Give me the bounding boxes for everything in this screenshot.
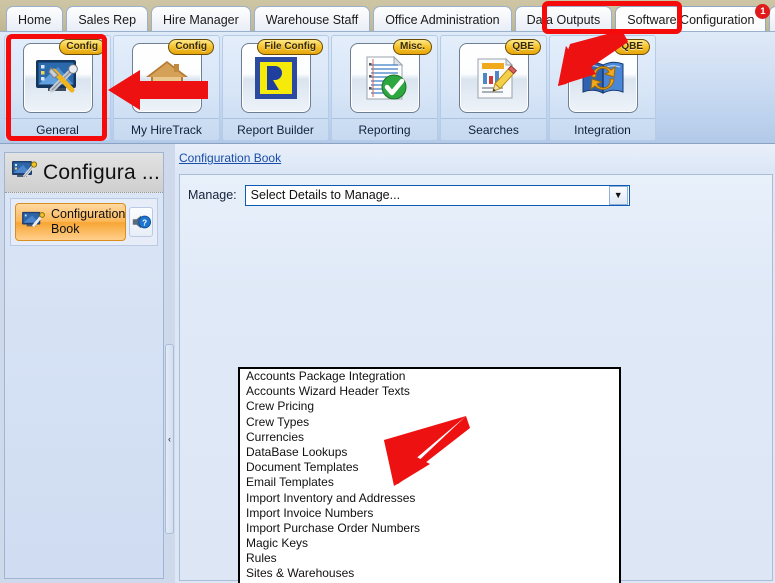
application-window: Home Sales Rep Hire Manager Warehouse Staff… (0, 0, 775, 583)
dropdown-option[interactable]: Crew Types (240, 415, 619, 430)
dropdown-option[interactable]: Import Purchase Order Numbers (240, 521, 619, 536)
tab-label: Office Administration (385, 13, 500, 27)
monitor-wand-icon (21, 210, 45, 235)
ribbon-item-general[interactable]: Config General (4, 35, 111, 141)
help-speaker-icon[interactable]: ? (129, 207, 153, 237)
dropdown-option[interactable]: Import Invoice Numbers (240, 506, 619, 521)
ribbon-item-label: Integration (550, 118, 655, 137)
dropdown-option[interactable]: Currencies (240, 430, 619, 445)
tab-label: Warehouse Staff (265, 13, 359, 27)
chevron-down-icon[interactable]: ▼ (608, 185, 628, 205)
tab-label: Home (18, 13, 52, 27)
ribbon-item-tag: Misc. (392, 39, 432, 55)
sidebar-title: Configura ... (43, 160, 160, 184)
tab-home[interactable]: Home (6, 6, 64, 33)
chevron-left-icon: ‹ (168, 434, 171, 444)
tab-software-configuration[interactable]: Software Configuration 1 (615, 4, 771, 33)
dropdown-option[interactable]: Document Templates (240, 460, 619, 475)
ribbon-item-label: Report Builder (223, 118, 328, 137)
ribbon-item-tag: QBE (505, 39, 541, 55)
tab-label: Data Outputs (526, 13, 601, 27)
manage-combobox[interactable]: Select Details to Manage... ▼ (244, 184, 630, 206)
breadcrumb-link-configuration-book[interactable]: Configuration Book (179, 151, 281, 165)
tab-data-outputs[interactable]: Data Outputs (514, 6, 613, 33)
ribbon-item-tag: QBE (614, 39, 650, 55)
sidebar-group: Configuration Book ? (10, 198, 158, 246)
dropdown-option[interactable]: Accounts Package Integration (240, 369, 619, 384)
ribbon-item-label: General (5, 118, 110, 137)
body-area: Configura ... Configuration Book ? ‹ Con… (0, 144, 775, 583)
sidebar-item-label-line2: Book (51, 222, 80, 236)
sidebar-item-label-line1: Configuration (51, 207, 126, 221)
dropdown-option[interactable]: Sites & Warehouses (240, 566, 619, 581)
tab-label: Software Configuration (627, 13, 755, 27)
breadcrumb: Configuration Book (175, 144, 775, 172)
main-tabstrip: Home Sales Rep Hire Manager Warehouse Staff… (0, 0, 775, 33)
svg-text:?: ? (142, 219, 147, 228)
tab-hire-manager[interactable]: Hire Manager (151, 6, 251, 33)
ribbon-item-integration[interactable]: QBE Integration (549, 35, 656, 141)
manage-row: Manage: Select Details to Manage... ▼ (180, 175, 772, 209)
ribbon-item-tag: File Config (257, 39, 323, 55)
ribbon-item-reporting[interactable]: Misc. Reporting (331, 35, 438, 141)
ribbon-item-tag: Config (59, 39, 105, 55)
tab-sales-rep[interactable]: Sales Rep (66, 6, 149, 33)
dropdown-option[interactable]: Email Templates (240, 475, 619, 490)
manage-dropdown-list[interactable]: Accounts Package Integration Accounts Wiz… (238, 367, 621, 583)
manage-combobox-value: Select Details to Manage... (250, 188, 401, 202)
sidebar-header: Configura ... (5, 153, 163, 193)
tab-help-support[interactable]: Help & Support (769, 6, 775, 33)
dropdown-option[interactable]: Magic Keys (240, 536, 619, 551)
tab-warehouse-staff[interactable]: Warehouse Staff (253, 6, 371, 33)
tab-notification-badge: 1 (755, 4, 771, 19)
sidebar-item-label: Configuration Book (51, 207, 125, 237)
ribbon-item-label: Reporting (332, 118, 437, 137)
ribbon-item-searches[interactable]: QBE Searches (440, 35, 547, 141)
monitor-wand-icon (11, 159, 38, 186)
dropdown-option[interactable]: Crew Pricing (240, 399, 619, 414)
ribbon-item-report-builder[interactable]: File Config Report Builder (222, 35, 329, 141)
dropdown-option[interactable]: DataBase Lookups (240, 445, 619, 460)
dropdown-option[interactable]: Accounts Wizard Header Texts (240, 384, 619, 399)
navigation-sidebar: Configura ... Configuration Book ? (4, 152, 164, 579)
ribbon-panel: Config General Config My HireTrack File … (0, 31, 775, 144)
tab-label: Sales Rep (78, 13, 137, 27)
tab-office-administration[interactable]: Office Administration (373, 6, 512, 33)
dropdown-option[interactable]: Import Inventory and Addresses (240, 491, 619, 506)
tab-label: Hire Manager (163, 13, 239, 27)
dropdown-option[interactable]: Rules (240, 551, 619, 566)
sidebar-splitter-collapse[interactable]: ‹ (165, 344, 174, 534)
manage-label: Manage: (188, 188, 237, 202)
ribbon-item-my-hiretrack[interactable]: Config My HireTrack (113, 35, 220, 141)
sidebar-item-configuration-book[interactable]: Configuration Book (15, 203, 127, 241)
ribbon-item-label: Searches (441, 118, 546, 137)
ribbon-item-tag: Config (168, 39, 214, 55)
ribbon-item-label: My HireTrack (114, 118, 219, 137)
